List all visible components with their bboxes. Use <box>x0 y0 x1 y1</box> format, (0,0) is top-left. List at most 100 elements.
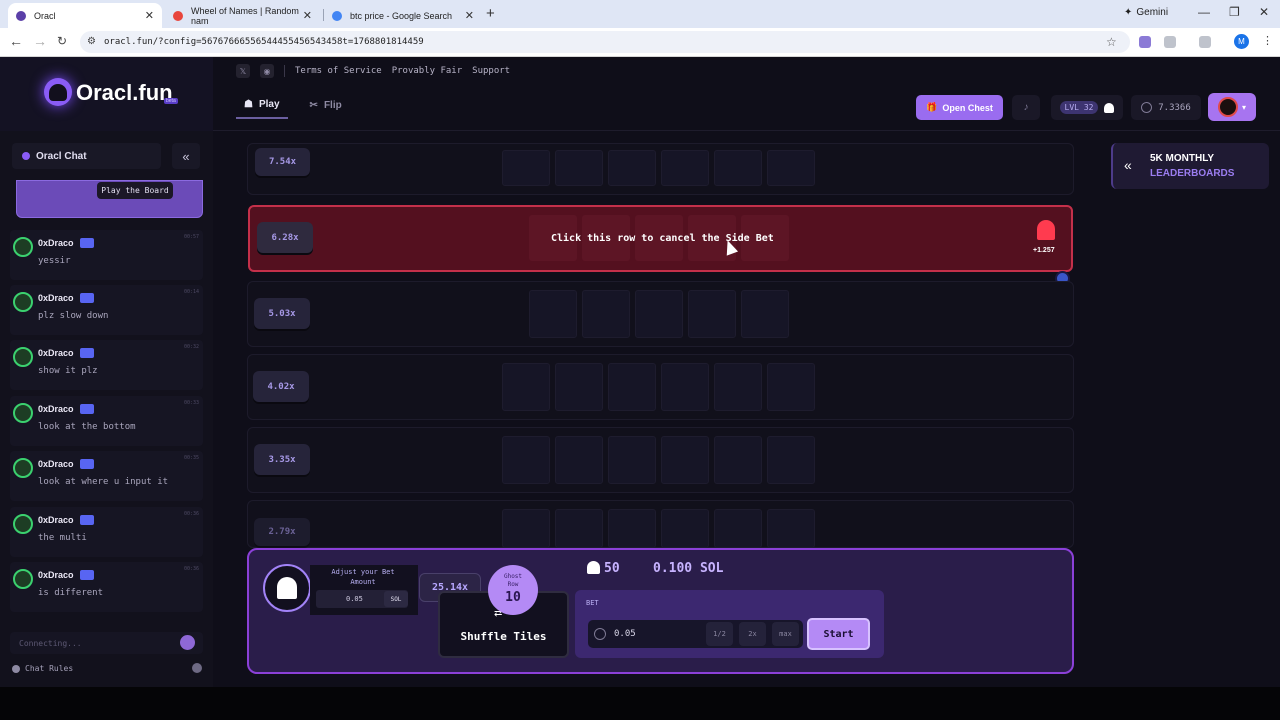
chat-bubble-icon[interactable] <box>192 663 202 673</box>
tab-wheel-of-names[interactable]: Wheel of Names | Random nam ✕ <box>165 3 320 28</box>
terms-link[interactable]: Terms of Service <box>295 66 382 76</box>
double-bet-button[interactable]: 2x <box>739 622 766 646</box>
tile[interactable] <box>767 150 815 186</box>
leaderboard-banner[interactable] <box>1111 143 1269 189</box>
profile-avatar[interactable]: M <box>1234 34 1249 49</box>
logo-text[interactable]: Oracl.fun <box>76 80 173 106</box>
oracl-favicon-icon <box>16 10 26 21</box>
chat-username[interactable]: 0xDraco <box>38 515 74 525</box>
chat-username[interactable]: 0xDraco <box>38 348 74 358</box>
sidepanel-icon[interactable] <box>1199 36 1211 48</box>
user-avatar-button[interactable]: ▾ <box>1208 93 1256 121</box>
collapse-chat-button[interactable]: « <box>172 143 200 169</box>
chat-text: plz slow down <box>38 311 109 321</box>
tile[interactable] <box>555 363 603 411</box>
tile[interactable] <box>582 290 630 338</box>
extensions-puzzle-icon[interactable] <box>1164 36 1176 48</box>
tile[interactable] <box>502 150 550 186</box>
extension-icon[interactable] <box>1139 36 1151 48</box>
tab-oracl[interactable]: Oracl ✕ <box>8 3 162 28</box>
tab-play-label: Play <box>258 99 280 110</box>
chat-username[interactable]: 0xDraco <box>38 404 74 414</box>
level-display[interactable]: LVL 32 <box>1051 95 1123 120</box>
tile[interactable] <box>714 150 762 186</box>
tile[interactable] <box>767 363 815 411</box>
tile[interactable] <box>555 150 603 186</box>
provably-fair-link[interactable]: Provably Fair <box>392 66 462 76</box>
wheel-favicon-icon <box>173 10 183 21</box>
tile[interactable] <box>661 509 709 548</box>
start-button[interactable]: Start <box>807 618 870 650</box>
tile[interactable] <box>714 436 762 484</box>
tab-play[interactable]: ☗ Play <box>236 96 288 119</box>
half-bet-button[interactable]: 1/2 <box>706 622 733 646</box>
chat-username[interactable]: 0xDraco <box>38 238 74 248</box>
tile[interactable] <box>608 509 656 548</box>
close-tab-icon[interactable]: ✕ <box>465 9 474 22</box>
balance-value: 7.3366 <box>1158 102 1191 113</box>
tile[interactable] <box>529 290 577 338</box>
gemini-sparkle-icon: ✦ <box>1124 7 1133 18</box>
tile[interactable] <box>502 509 550 548</box>
speaker-icon: ♪ <box>1023 102 1029 113</box>
chat-message: 0xDraco 00:36 the multi <box>10 507 203 557</box>
max-bet-button[interactable]: max <box>772 622 799 646</box>
sound-toggle-button[interactable]: ♪ <box>1012 95 1040 120</box>
open-chest-label: Open Chest <box>942 102 993 113</box>
chat-time: 00:14 <box>183 289 199 295</box>
tile[interactable] <box>661 150 709 186</box>
back-arrow-icon[interactable]: ← <box>9 33 23 49</box>
tab-btc-search[interactable]: btc price - Google Search ✕ <box>324 3 482 28</box>
tile[interactable] <box>714 363 762 411</box>
forward-arrow-icon[interactable]: → <box>33 33 47 49</box>
browser-menu-icon[interactable]: ⋮ <box>1262 34 1273 47</box>
tile[interactable] <box>661 436 709 484</box>
oracl-logo-icon[interactable] <box>44 78 72 106</box>
tile[interactable] <box>555 509 603 548</box>
ghost-row-label: Ghost Row <box>503 573 523 588</box>
x-twitter-icon[interactable]: 𝕏 <box>236 64 250 78</box>
close-window-icon[interactable]: ✕ <box>1259 5 1269 19</box>
tile[interactable] <box>555 436 603 484</box>
chat-rules-link[interactable]: Chat Rules <box>12 664 73 673</box>
discord-badge-icon <box>80 570 94 580</box>
gemini-button[interactable]: ✦ Gemini <box>1124 7 1168 18</box>
play-board-button[interactable]: Play the Board <box>97 182 173 199</box>
tile[interactable] <box>714 509 762 548</box>
chat-time: 00:33 <box>183 400 199 406</box>
open-chest-button[interactable]: 🎁 Open Chest <box>916 95 1003 120</box>
ghost-icon <box>277 577 297 599</box>
chat-time: 00:36 <box>183 566 199 572</box>
chat-username[interactable]: 0xDraco <box>38 570 74 580</box>
double-chevron-left-icon: « <box>182 148 190 164</box>
bookmark-star-icon[interactable]: ☆ <box>1106 35 1117 49</box>
tile[interactable] <box>635 290 683 338</box>
chat-message: 0xDraco 00:57 yessir <box>10 230 203 280</box>
tile[interactable] <box>661 363 709 411</box>
tile[interactable] <box>767 436 815 484</box>
new-tab-icon[interactable]: + <box>486 5 495 22</box>
minimize-icon[interactable]: — <box>1198 5 1210 19</box>
close-tab-icon[interactable]: ✕ <box>303 9 312 22</box>
tile[interactable] <box>741 290 789 338</box>
balance-display[interactable]: 7.3366 <box>1131 95 1201 120</box>
support-link[interactable]: Support <box>472 66 510 76</box>
close-tab-icon[interactable]: ✕ <box>145 9 154 22</box>
browser-tabbar: Oracl ✕ Wheel of Names | Random nam ✕ bt… <box>0 0 1280 28</box>
restore-icon[interactable]: ❐ <box>1229 5 1240 19</box>
discord-icon[interactable]: ◉ <box>260 64 274 78</box>
tab-flip[interactable]: ✂ Flip <box>302 96 350 119</box>
tile[interactable] <box>767 509 815 548</box>
emoji-icon[interactable] <box>180 635 195 650</box>
tile[interactable] <box>608 150 656 186</box>
tile[interactable] <box>608 436 656 484</box>
tile[interactable] <box>608 363 656 411</box>
reload-icon[interactable]: ↻ <box>57 34 67 48</box>
chat-username[interactable]: 0xDraco <box>38 459 74 469</box>
tile[interactable] <box>688 290 736 338</box>
tile[interactable] <box>502 436 550 484</box>
tile[interactable] <box>502 363 550 411</box>
site-info-icon[interactable]: ⚙ <box>87 36 96 47</box>
chat-username[interactable]: 0xDraco <box>38 293 74 303</box>
row-multiplier: 7.54x <box>255 148 310 176</box>
